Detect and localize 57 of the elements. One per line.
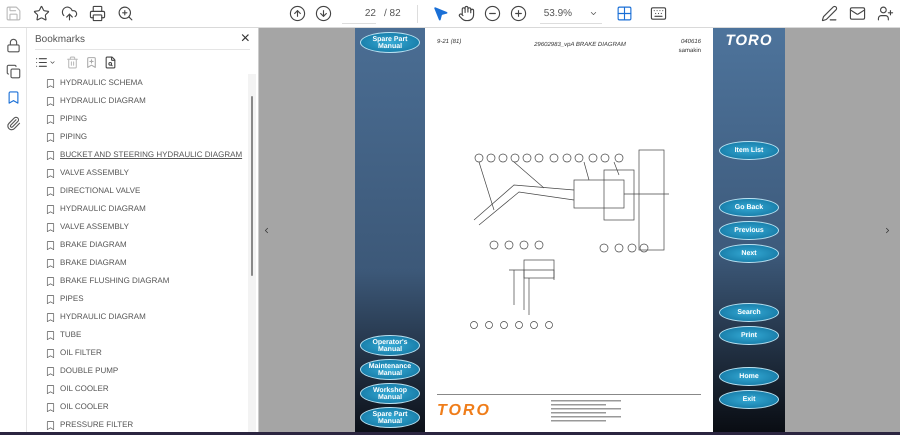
zoom-field[interactable]: 53.9% (540, 4, 602, 24)
bookmark-item[interactable]: PIPING (37, 110, 248, 128)
bookmark-item[interactable]: HYDRAULIC DIAGRAM (37, 92, 248, 110)
bookmark-icon (45, 384, 56, 394)
pages-icon[interactable] (6, 64, 20, 79)
bookmark-item[interactable]: DIRECTIONAL VALVE (37, 182, 248, 200)
close-button[interactable]: × (240, 31, 250, 47)
logo: TORO (725, 33, 773, 49)
bookmark-item[interactable]: PRESSURE FILTER (37, 416, 248, 432)
bookmark-item[interactable]: HYDRAULIC DIAGRAM (37, 308, 248, 326)
lock-icon[interactable] (6, 38, 20, 53)
bookmark-item[interactable]: BUCKET AND STEERING HYDRAULIC DIAGRAM (37, 146, 248, 164)
bookmark-item[interactable]: OIL COOLER (37, 380, 248, 398)
bookmark-icon (45, 168, 56, 178)
find-bookmark-icon (104, 56, 117, 68)
footer-logo: TORO (437, 401, 491, 421)
page-total: / 82 (384, 7, 401, 21)
bookmark-item[interactable]: VALVE ASSEMBLY (37, 164, 248, 182)
bookmark-icon[interactable] (6, 90, 20, 105)
delete-icon (66, 56, 79, 68)
bookmark-item[interactable]: DOUBLE PUMP (37, 362, 248, 380)
bookmark-item[interactable]: TUBE (37, 326, 248, 344)
bookmark-item[interactable]: OIL FILTER (37, 344, 248, 362)
bookmark-item[interactable]: BRAKE FLUSHING DIAGRAM (37, 272, 248, 290)
caret-icon (49, 58, 56, 66)
bookmark-icon (45, 402, 56, 412)
panel-title: Bookmarks (35, 32, 86, 46)
bookmark-icon (45, 222, 56, 232)
bookmark-icon (45, 114, 56, 124)
bookmark-icon (45, 420, 56, 430)
options-icon (35, 56, 48, 68)
bookmark-icon (45, 330, 56, 340)
bookmark-item[interactable]: BRAKE DIAGRAM (37, 236, 248, 254)
bookmark-icon (45, 366, 56, 376)
bookmark-item[interactable]: HYDRAULIC DIAGRAM (37, 200, 248, 218)
bookmark-item[interactable]: PIPING (37, 128, 248, 146)
bookmark-icon (45, 294, 56, 304)
bookmark-icon (45, 312, 56, 322)
bookmark-icon (45, 96, 56, 106)
bookmark-icon (45, 132, 56, 142)
bookmark-icon (45, 78, 56, 88)
bookmark-item[interactable]: HYDRAULIC SCHEMA (37, 74, 248, 92)
bookmark-icon (45, 348, 56, 358)
new-bookmark-icon (85, 56, 98, 68)
paperclip-icon[interactable] (6, 116, 20, 131)
bookmark-item[interactable]: PIPES (37, 290, 248, 308)
bookmark-item[interactable]: VALVE ASSEMBLY (37, 218, 248, 236)
bookmark-item[interactable]: BRAKE DIAGRAM (37, 254, 248, 272)
bookmark-icon (45, 240, 56, 250)
bookmark-icon (45, 186, 56, 196)
bookmark-icon (45, 204, 56, 214)
scrollbar[interactable] (248, 74, 256, 432)
bookmark-icon (45, 276, 56, 286)
bookmark-icon (45, 150, 56, 160)
bookmark-icon (45, 258, 56, 268)
bookmark-item[interactable]: OIL COOLER (37, 398, 248, 416)
page-number-field[interactable]: 22 (342, 4, 376, 24)
